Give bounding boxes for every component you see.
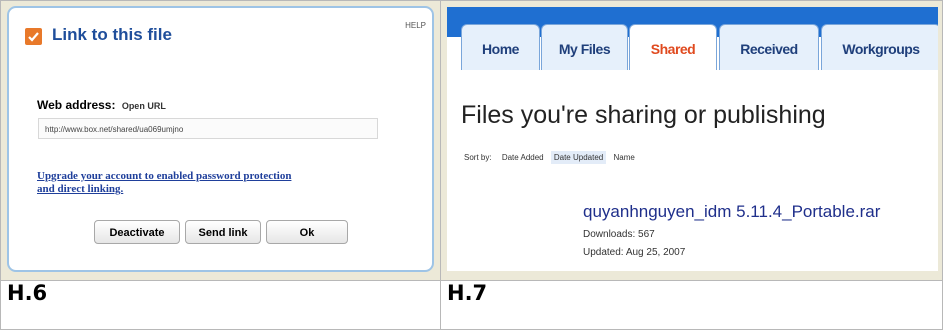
sort-date-added[interactable]: Date Added xyxy=(499,151,547,164)
cell-h7-screenshot: Home My Files Shared Received Workgroups… xyxy=(440,0,943,281)
sort-name[interactable]: Name xyxy=(610,151,637,164)
sort-label: Sort by: xyxy=(464,153,492,162)
open-url-link[interactable]: Open URL xyxy=(122,101,166,111)
shared-files-panel: Home My Files Shared Received Workgroups… xyxy=(447,7,938,271)
tab-shared[interactable]: Shared xyxy=(629,24,717,70)
ok-button[interactable]: Ok xyxy=(266,220,348,244)
cell-h7-caption: H.7 xyxy=(440,280,943,330)
deactivate-button[interactable]: Deactivate xyxy=(94,220,180,244)
sort-date-updated[interactable]: Date Updated xyxy=(550,151,607,164)
file-downloads: Downloads: 567 xyxy=(583,229,655,240)
tab-my-files[interactable]: My Files xyxy=(541,24,628,70)
file-updated-date: Updated: Aug 25, 2007 xyxy=(583,247,686,258)
web-address-label: Web address: Open URL xyxy=(37,98,166,112)
upgrade-link[interactable]: Upgrade your account to enabled password… xyxy=(37,170,407,196)
cell-h6-caption: H.6 xyxy=(0,280,441,330)
cell-h6-screenshot: Link to this file HELP Web address: Open… xyxy=(0,0,441,281)
caption-h7: H.7 xyxy=(447,281,488,305)
tab-workgroups[interactable]: Workgroups xyxy=(821,24,938,70)
screenshot-comparison-table: Link to this file HELP Web address: Open… xyxy=(0,0,943,330)
tab-home[interactable]: Home xyxy=(461,24,540,70)
panel-title: Link to this file xyxy=(52,25,172,44)
link-checkbox[interactable] xyxy=(25,28,42,45)
page-title: Files you're sharing or publishing xyxy=(461,101,826,129)
upgrade-link-line2: and direct linking. xyxy=(37,183,124,195)
sort-options: Sort by: Date Added Date Updated Name xyxy=(461,151,640,164)
send-link-button[interactable]: Send link xyxy=(185,220,261,244)
link-to-file-panel: Link to this file HELP Web address: Open… xyxy=(7,6,434,272)
upgrade-link-line1: Upgrade your account to enabled password… xyxy=(37,170,292,182)
tab-received[interactable]: Received xyxy=(719,24,819,70)
checkmark-icon xyxy=(28,32,39,42)
file-name-link[interactable]: quyanhnguyen_idm 5.11.4_Portable.rar xyxy=(583,202,880,222)
nav-tabs: Home My Files Shared Received Workgroups xyxy=(447,24,938,70)
help-link[interactable]: HELP xyxy=(405,21,426,30)
web-address-text: Web address: xyxy=(37,98,116,112)
caption-h6: H.6 xyxy=(7,281,48,305)
url-field[interactable]: http://www.box.net/shared/ua069umjno xyxy=(38,118,378,139)
